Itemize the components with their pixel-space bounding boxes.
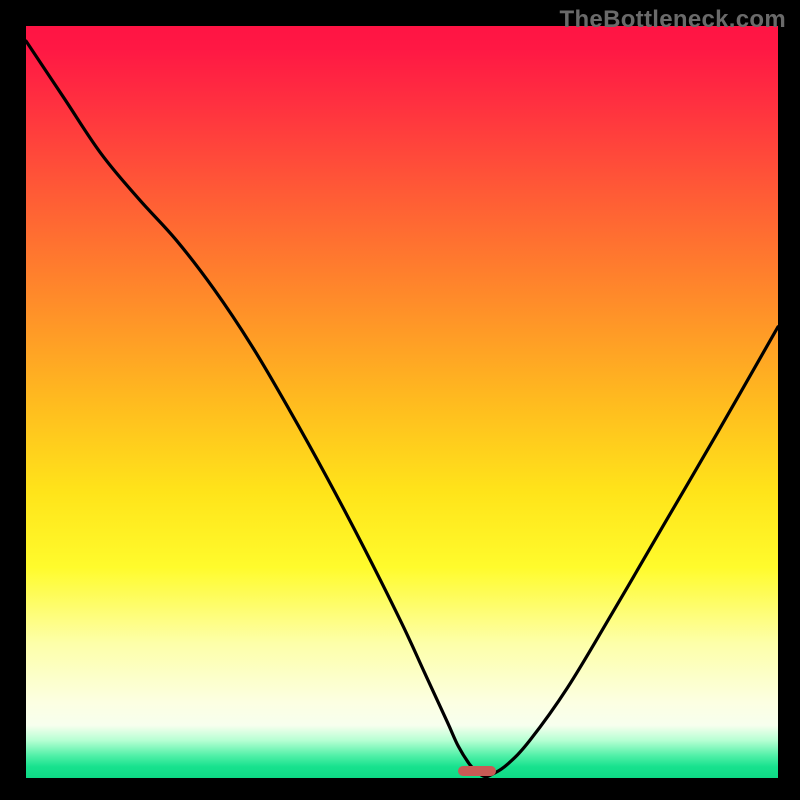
optimum-marker	[458, 766, 496, 776]
bottleneck-curve	[26, 26, 778, 778]
watermark-text: TheBottleneck.com	[560, 6, 786, 34]
plot-area	[26, 26, 778, 778]
